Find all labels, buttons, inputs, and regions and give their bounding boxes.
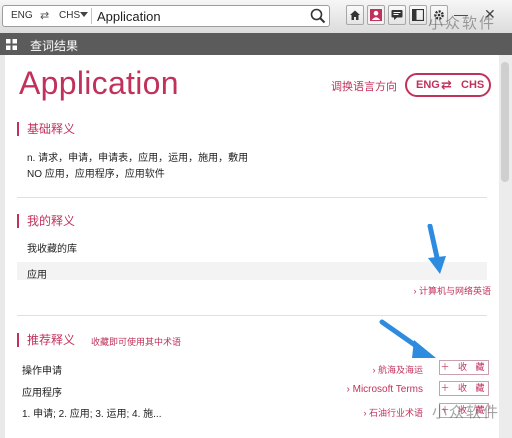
headword: Application: [19, 65, 179, 101]
collect-button[interactable]: ＋ 收 藏: [439, 360, 489, 375]
annotation-arrow-icon: [379, 319, 436, 358]
recommended-term: 应用程序: [22, 388, 62, 399]
basic-definition-line: NO 应用，应用程序，应用软件: [27, 169, 165, 180]
recommended-definition-subtitle: 收藏即可使用其中术语: [91, 337, 182, 347]
search-icon[interactable]: [309, 7, 327, 25]
search-input[interactable]: [97, 7, 307, 25]
switch-direction-label: 调换语言方向: [331, 81, 397, 93]
chat-icon: [391, 10, 403, 20]
language-to[interactable]: CHS: [59, 10, 80, 21]
home-button[interactable]: [346, 5, 364, 25]
my-definition-heading: 我的释义: [17, 214, 75, 228]
result-header: 查词结果: [0, 33, 512, 55]
search-divider: [91, 8, 92, 24]
my-library-label: 我收藏的库: [27, 244, 77, 255]
basic-definition-heading: 基础释义: [17, 122, 75, 136]
layout-icon: [412, 9, 424, 21]
language-from[interactable]: ENG: [11, 10, 33, 21]
language-swap[interactable]: ⇄: [40, 9, 49, 22]
chat-button[interactable]: [388, 5, 406, 25]
grid-icon[interactable]: [6, 39, 17, 50]
basic-definition-line: n. 请求，申请，申请表，应用，运用，施用，敷用: [27, 153, 249, 164]
annotation-arrow-icon: [427, 224, 446, 274]
my-definition-term: 应用: [27, 270, 47, 281]
toggle-to: CHS: [461, 79, 485, 91]
watermark: 小众软件: [428, 15, 497, 32]
result-header-title: 查词结果: [30, 39, 79, 53]
language-dropdown-icon[interactable]: [80, 12, 88, 17]
user-button[interactable]: [367, 5, 385, 25]
my-definition-source-link[interactable]: › 计算机与网络英语: [367, 284, 492, 297]
recommended-source-link[interactable]: › Microsoft Terms: [313, 384, 424, 395]
search-box[interactable]: ENG ⇄ CHS: [2, 5, 330, 27]
recommended-source-link[interactable]: › 航海及海运: [313, 363, 424, 376]
watermark: 小众软件: [432, 404, 501, 421]
collect-button[interactable]: ＋ 收 藏: [439, 381, 489, 396]
recommended-definition-heading: 推荐释义: [17, 333, 75, 347]
toggle-from: ENG: [416, 79, 440, 91]
recommended-source-link[interactable]: › 石油行业术语: [313, 406, 424, 419]
recommended-term: 操作申请: [22, 366, 62, 377]
section-divider: [17, 197, 487, 198]
language-direction-toggle[interactable]: ENG ⇄ CHS: [405, 73, 491, 97]
layout-button[interactable]: [409, 5, 427, 25]
scrollbar-thumb[interactable]: [501, 62, 509, 182]
user-icon: [370, 9, 382, 21]
recommended-term: 1. 申请; 2. 应用; 3. 运用; 4. 施...: [22, 409, 162, 420]
my-definition-row[interactable]: [17, 262, 487, 280]
swap-icon: ⇄: [441, 77, 452, 92]
home-icon: [350, 10, 360, 20]
section-divider: [17, 315, 487, 316]
